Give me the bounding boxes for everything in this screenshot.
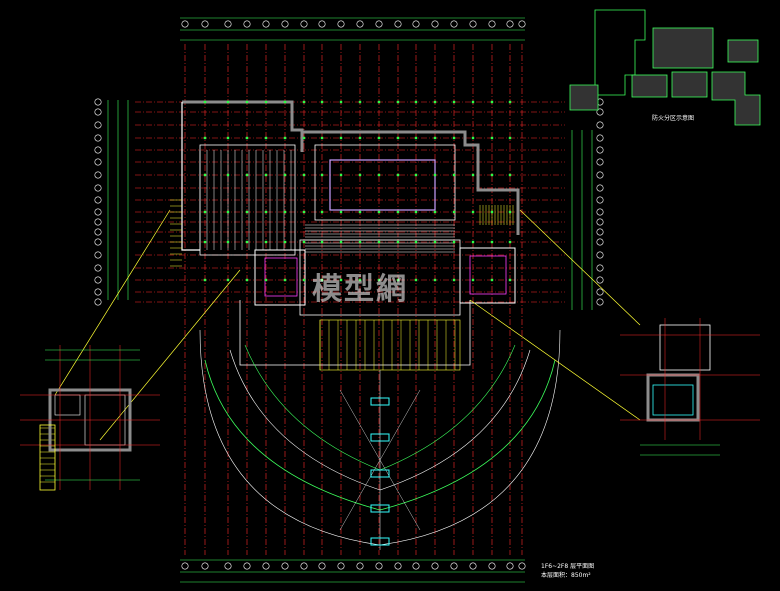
top-dimension-lines: [180, 17, 525, 41]
area-note: 本层面积：850m²: [541, 572, 591, 579]
curved-plaza-paths: [199, 329, 561, 550]
structural-columns: [203, 100, 512, 282]
watermark: 模型網: [312, 272, 408, 307]
detail-callout-lines: [54, 209, 641, 441]
interior-partitions: [199, 150, 455, 253]
main-building-walls: [181, 100, 520, 371]
right-dimension-lines: [571, 130, 593, 310]
left-dimension-lines: [107, 100, 129, 300]
right-detail-plan: [620, 318, 760, 456]
stair-hatching: [40, 199, 514, 483]
fire-zone-key-plan: [569, 9, 761, 126]
drawing-title: 1F6~2F8 层平面图: [541, 563, 595, 570]
bottom-dimension-lines: [180, 559, 525, 583]
key-plan-title: 防火分区示意图: [652, 115, 695, 122]
left-detail-plan: [20, 345, 160, 491]
